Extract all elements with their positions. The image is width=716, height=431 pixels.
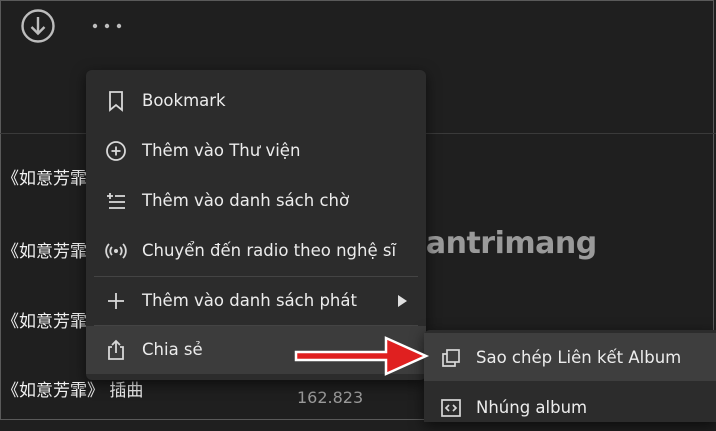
radio-icon [105,243,127,259]
menu-item-add-to-library[interactable]: Thêm vào Thư viện [86,127,426,175]
copy-icon [442,349,460,367]
track-title[interactable]: 《如意芳霏 [2,164,87,189]
menu-item-label: Sao chép Liên kết Album [476,348,682,367]
menu-item-label: Chia sẻ [142,340,203,359]
menu-item-artist-radio[interactable]: Chuyển đến radio theo nghệ sĩ [86,227,426,275]
bookmark-icon [109,91,123,112]
track-title[interactable]: 《如意芳霏 [2,237,87,262]
annotation-arrow-icon [294,336,430,376]
embed-icon [441,399,461,417]
queue-add-icon [107,193,125,209]
menu-item-label: Nhúng album [476,398,588,417]
plus-icon [108,293,124,309]
download-circle-icon[interactable] [20,8,56,44]
menu-item-label: Thêm vào Thư viện [142,141,301,160]
chevron-right-icon [398,295,407,307]
menu-item-add-to-playlist[interactable]: Thêm vào danh sách phát [86,277,426,325]
menu-item-add-to-queue[interactable]: Thêm vào danh sách chờ [86,177,426,225]
more-horizontal-icon[interactable] [90,14,124,38]
menu-item-label: Thêm vào danh sách phát [142,291,357,310]
menu-item-bookmark[interactable]: Bookmark [86,77,426,125]
menu-item-label: Bookmark [142,91,226,110]
add-circle-icon [106,141,126,161]
play-count: 162.823 [297,388,364,407]
menu-item-label: Thêm vào danh sách chờ [142,191,350,210]
menu-item-copy-album-link[interactable]: Sao chép Liên kết Album [424,333,716,381]
menu-item-embed-album[interactable]: Nhúng album [424,383,716,431]
watermark-text: uantrimang [405,226,597,261]
menu-item-label: Chuyển đến radio theo nghệ sĩ [142,241,397,260]
share-submenu: Sao chép Liên kết Album Nhúng album [424,330,716,422]
share-icon [108,339,124,360]
track-title[interactable]: 《如意芳霏 [2,307,87,332]
